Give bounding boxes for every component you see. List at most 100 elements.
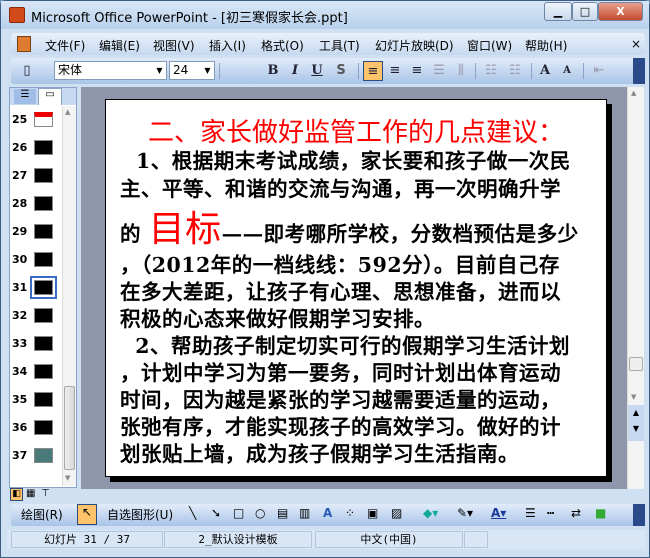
new-document-icon[interactable]: ▯ [17, 61, 37, 81]
arrow-tool-icon[interactable]: ➘ [211, 506, 221, 520]
slide-text-line[interactable]: ，计划中学习为第一要务，同时计划出体育运动 [120, 356, 561, 386]
toolbar-options-button[interactable] [633, 504, 645, 526]
increase-font-size-button[interactable]: A [535, 61, 555, 81]
slide-thumbnail-30[interactable]: 30 [10, 248, 68, 274]
select-pointer-icon[interactable]: ↖ [77, 504, 97, 525]
minimize-button[interactable]: ▁ [544, 2, 572, 21]
slide-thumbnail-32[interactable]: 32 [10, 304, 68, 330]
diagram-icon[interactable]: ⁘ [345, 506, 355, 520]
chevron-down-icon[interactable]: ▼ [153, 62, 166, 79]
align-center-icon[interactable]: ≡ [385, 61, 405, 81]
separator [358, 63, 359, 79]
draw-menu-button[interactable]: 绘图(R) [21, 506, 63, 523]
menu-window[interactable]: 窗口(W) [467, 37, 512, 54]
slide-text-line[interactable]: ，（2012年的一档线线：592分）。目前自己存 [120, 248, 560, 278]
menu-edit[interactable]: 编辑(E) [99, 37, 140, 54]
slide-text-line[interactable]: 积极的心态来做好假期学习安排。 [120, 302, 435, 332]
slide-thumbnail-27[interactable]: 27 [10, 164, 68, 190]
font-color-icon[interactable]: A▾ [491, 506, 506, 520]
scroll-thumb[interactable] [629, 357, 643, 371]
distribute-icon[interactable]: ☰ [429, 61, 449, 81]
numbering-icon[interactable]: ☷ [481, 61, 501, 81]
vertical-textbox-tool-icon[interactable]: ▥ [299, 506, 310, 520]
slide-text-line[interactable]: 时间，因为越是紧张的学习越需要适量的运动， [120, 383, 561, 413]
textbox-tool-icon[interactable]: ▤ [277, 506, 288, 520]
autoshapes-menu-button[interactable]: 自选图形(U) [107, 506, 173, 523]
previous-next-slide-icon[interactable]: ▲ ▼ [628, 405, 644, 441]
slides-tab-icon[interactable]: ▭ [38, 88, 62, 105]
slide-scrollbar[interactable]: ▲ ▼ ▲ ▼ [627, 87, 644, 489]
arrow-style-icon[interactable]: ⇄ [571, 506, 581, 520]
menu-close-document-button[interactable]: × [631, 37, 641, 51]
slide-number: 35 [12, 393, 28, 406]
shadow-style-icon[interactable]: ■ [595, 506, 606, 520]
slide-text-line[interactable]: 主、平等、和谐的交流与沟通，再一次明确升学 [120, 172, 561, 202]
menu-insert[interactable]: 插入(I) [209, 37, 246, 54]
slide-sorter-view-icon[interactable]: ▦ [26, 488, 35, 499]
maximize-button[interactable]: □ [572, 2, 598, 21]
slide-thumbnail-35[interactable]: 35 [10, 388, 68, 414]
decrease-indent-icon[interactable]: ⇤ [589, 61, 609, 81]
close-button[interactable]: X [598, 2, 643, 21]
slide-thumbnail-34[interactable]: 34 [10, 360, 68, 386]
wordart-icon[interactable]: A [323, 506, 332, 520]
slide-thumbnail-31[interactable]: 31 [10, 276, 68, 302]
slide-text-line[interactable]: 2、帮助孩子制定切实可行的假期学习生活计划 [120, 329, 570, 359]
toolbar-options-button[interactable] [633, 58, 645, 84]
powerpoint-app-icon[interactable] [9, 7, 25, 23]
slide-thumbnail-33[interactable]: 33 [10, 332, 68, 358]
menu-help[interactable]: 帮助(H) [525, 37, 567, 54]
dash-style-icon[interactable]: ┅ [547, 506, 554, 520]
scroll-up-icon[interactable]: ▲ [65, 108, 70, 116]
shadow-button[interactable]: S [331, 61, 351, 81]
picture-icon[interactable]: ▨ [391, 506, 402, 520]
slides-pane: ☰ ▭ 25 26 27 28 29 30 31 32 33 34 35 36 37 ▲ ▼ [9, 87, 77, 488]
line-tool-icon[interactable]: ╲ [189, 506, 196, 520]
vertical-text-icon[interactable]: ⫼ [451, 61, 471, 81]
slides-pane-scrollbar[interactable]: ▲ ▼ [62, 106, 76, 486]
slide-thumbnail-37[interactable]: 37 [10, 444, 68, 470]
line-color-icon[interactable]: ✎▾ [457, 506, 473, 520]
italic-button[interactable]: I [285, 61, 305, 81]
menu-format[interactable]: 格式(O) [261, 37, 304, 54]
rectangle-tool-icon[interactable]: □ [233, 506, 244, 520]
slide-text-line[interactable]: 在多大差距，让孩子有心理、思想准备，进而以 [120, 275, 561, 305]
clipart-icon[interactable]: ▣ [367, 506, 378, 520]
bold-button[interactable]: B [263, 61, 283, 81]
line-style-icon[interactable]: ☰ [525, 506, 536, 520]
menu-tools[interactable]: 工具(T) [319, 37, 360, 54]
scroll-down-icon[interactable]: ▼ [65, 474, 70, 482]
menu-file[interactable]: 文件(F) [45, 37, 85, 54]
document-icon[interactable] [17, 36, 31, 52]
bullets-icon[interactable]: ☷ [505, 61, 525, 81]
slide-text-line[interactable]: 的 目标——即考哪所学校，分数档预估是多少 [120, 200, 579, 252]
underline-button[interactable]: U [307, 61, 327, 81]
slide-thumbnail-29[interactable]: 29 [10, 220, 68, 246]
slide-thumbnail-26[interactable]: 26 [10, 136, 68, 162]
slideshow-view-icon[interactable]: ⊤ [41, 488, 50, 499]
scroll-thumb[interactable] [64, 386, 75, 470]
scroll-up-icon[interactable]: ▲ [631, 89, 636, 97]
slide-text-line[interactable]: 1、根据期末考试成绩，家长要和孩子做一次民 [136, 144, 571, 174]
oval-tool-icon[interactable]: ○ [255, 506, 265, 520]
slide-thumbnail-25[interactable]: 25 [10, 108, 68, 134]
slide-thumbnail-image [34, 420, 53, 435]
fill-color-icon[interactable]: ◆▾ [423, 506, 438, 520]
decrease-font-size-button[interactable]: A [557, 61, 577, 81]
slide-thumbnail-image [34, 448, 53, 463]
slide-text-line[interactable]: 张弛有序，才能实现孩子的高效学习。做好的计 [120, 410, 561, 440]
chevron-down-icon[interactable]: ▼ [201, 62, 214, 79]
scroll-down-icon[interactable]: ▼ [631, 393, 636, 401]
slide-canvas[interactable]: 二、家长做好监管工作的几点建议： 1、根据期末考试成绩，家长要和孩子做一次民 主… [105, 99, 607, 477]
align-right-icon[interactable]: ≡ [407, 61, 427, 81]
outline-tab-icon[interactable]: ☰ [14, 89, 36, 104]
normal-view-icon[interactable]: ◧ [10, 488, 23, 501]
font-name-select[interactable]: 宋体 ▼ [54, 61, 167, 80]
slide-text-line[interactable]: 划张贴上墙，成为孩子假期学习生活指南。 [120, 437, 519, 467]
align-left-icon[interactable]: ≡ [363, 61, 383, 81]
slide-thumbnail-36[interactable]: 36 [10, 416, 68, 442]
font-size-select[interactable]: 24 ▼ [169, 61, 215, 80]
menu-view[interactable]: 视图(V) [153, 37, 195, 54]
menu-slideshow[interactable]: 幻灯片放映(D) [375, 37, 454, 54]
slide-thumbnail-28[interactable]: 28 [10, 192, 68, 218]
